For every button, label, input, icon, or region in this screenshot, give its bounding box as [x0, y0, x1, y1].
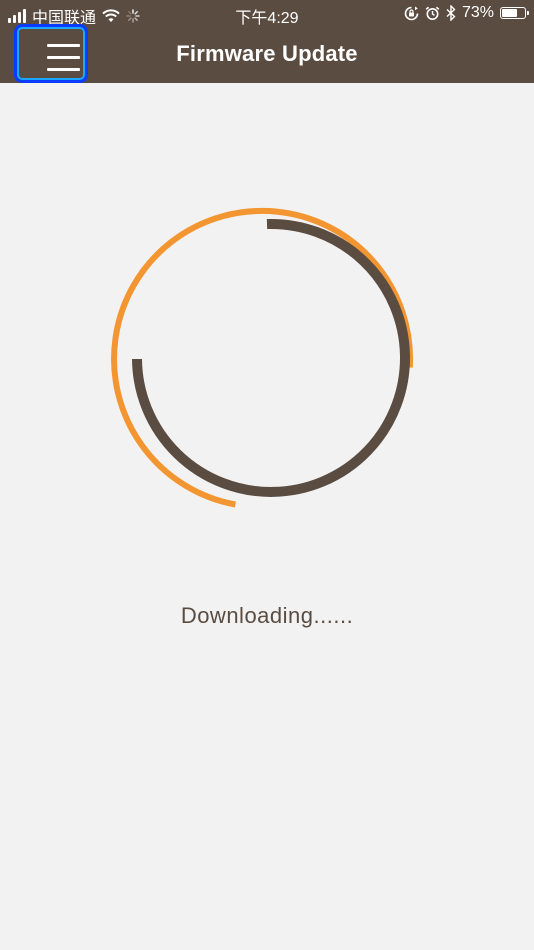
page-title: Firmware Update [176, 41, 358, 66]
download-progress-indicator [110, 200, 430, 520]
battery-percent: 73% [461, 4, 494, 21]
download-status-text: Downloading...... [180, 603, 354, 628]
alarm-clock-icon [425, 6, 440, 20]
battery-level [502, 9, 517, 17]
status-right: 73% [404, 4, 529, 22]
battery-icon [500, 7, 529, 19]
orientation-lock-icon [404, 6, 419, 20]
bluetooth-icon [446, 5, 456, 21]
app-header: 中国联通 下午4:29 73% Firmware Update [0, 0, 534, 83]
progress-ring [111, 207, 414, 508]
progress-arc-outer [111, 207, 414, 508]
progress-arc-inner [132, 218, 410, 497]
